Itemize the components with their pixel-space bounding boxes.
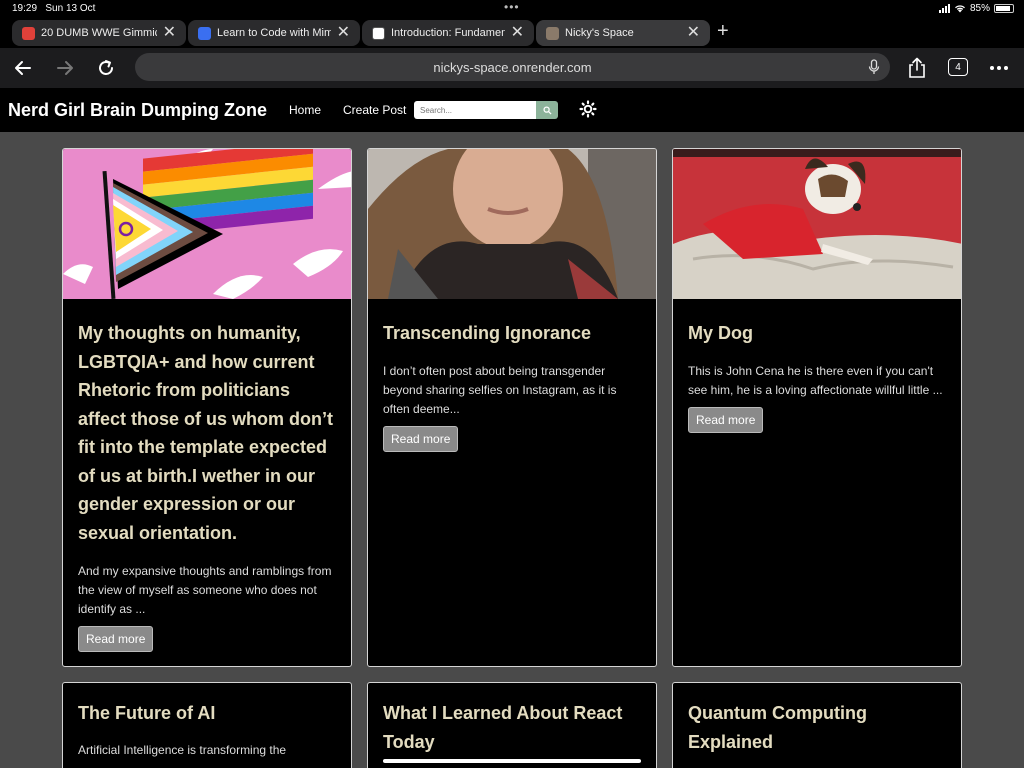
tab-title: Nicky's Space: [565, 27, 634, 39]
post-card[interactable]: The Future of AI Artificial Intelligence…: [62, 682, 352, 768]
search-input[interactable]: [414, 101, 536, 119]
post-excerpt: I don’t often post about being transgend…: [383, 364, 617, 416]
selfie-photo-image: [368, 149, 656, 299]
close-tab-icon[interactable]: ✕: [511, 25, 524, 41]
search-button[interactable]: [536, 101, 558, 119]
post-card[interactable]: Transcending Ignorance I don’t often pos…: [367, 148, 657, 667]
multitasking-dots-icon[interactable]: •••: [504, 0, 520, 14]
tab-mimo[interactable]: Learn to Code with Mimo ✕: [188, 20, 360, 46]
share-icon[interactable]: [903, 54, 931, 82]
new-tab-icon[interactable]: +: [717, 20, 729, 43]
post-title[interactable]: Quantum Computing Explained: [688, 699, 946, 756]
wwe-favicon-icon: [22, 26, 35, 40]
back-icon[interactable]: [9, 54, 37, 82]
mimo-favicon-icon: [198, 26, 211, 40]
forward-icon[interactable]: [51, 54, 79, 82]
nav-home-link[interactable]: Home: [289, 103, 321, 117]
tab-overview-button[interactable]: 4: [948, 58, 968, 76]
read-more-button[interactable]: Read more: [78, 626, 154, 652]
site-navbar: Nerd Girl Brain Dumping Zone Home Create…: [0, 88, 1024, 132]
search-icon: [542, 105, 552, 115]
address-bar[interactable]: nickys-space.onrender.com: [135, 53, 890, 81]
post-card[interactable]: What I Learned About React Today: [367, 682, 657, 768]
more-options-icon[interactable]: [985, 54, 1013, 82]
close-tab-icon[interactable]: ✕: [337, 25, 350, 41]
post-excerpt: And my expansive thoughts and ramblings …: [78, 564, 332, 616]
close-tab-icon[interactable]: ✕: [687, 25, 700, 41]
post-image-placeholder: [383, 759, 641, 763]
nickys-space-favicon-icon: [546, 26, 559, 40]
status-bar: 19:29 Sun 13 Oct ••• 85%: [0, 0, 1024, 18]
nav-create-post-link[interactable]: Create Post: [343, 103, 406, 117]
browser-toolbar: nickys-space.onrender.com 4: [0, 48, 1024, 88]
status-right: 85%: [938, 3, 1014, 14]
tab-nickys-space[interactable]: Nicky's Space ✕: [536, 20, 710, 46]
post-title[interactable]: My Dog: [688, 319, 946, 348]
status-time: 19:29 Sun 13 Oct: [12, 3, 96, 14]
post-card[interactable]: My Dog This is John Cena he is there eve…: [672, 148, 962, 667]
battery-percent: 85%: [969, 3, 990, 14]
post-excerpt: This is John Cena he is there even if yo…: [688, 364, 943, 397]
wifi-icon: [955, 5, 965, 13]
tab-introduction[interactable]: Introduction: Fundamentals ✕: [362, 20, 534, 46]
cellular-signal-icon: [938, 4, 950, 13]
document-favicon-icon: [372, 26, 385, 40]
theme-toggle-sun-icon[interactable]: [579, 100, 597, 123]
tab-strip: 20 DUMB WWE Gimmicks ✕ Learn to Code wit…: [0, 18, 1024, 48]
post-title[interactable]: My thoughts on humanity, LGBTQIA+ and ho…: [78, 319, 336, 547]
read-more-button[interactable]: Read more: [383, 426, 459, 452]
site-brand[interactable]: Nerd Girl Brain Dumping Zone: [8, 100, 267, 121]
battery-icon: [994, 4, 1014, 13]
microphone-icon[interactable]: [868, 59, 880, 78]
post-card[interactable]: Quantum Computing Explained: [672, 682, 962, 768]
post-title[interactable]: The Future of AI: [78, 699, 336, 728]
read-more-button[interactable]: Read more: [688, 407, 764, 433]
url-text: nickys-space.onrender.com: [433, 59, 592, 75]
post-card[interactable]: My thoughts on humanity, LGBTQIA+ and ho…: [62, 148, 352, 667]
tab-title: Introduction: Fundamentals: [391, 27, 505, 39]
close-tab-icon[interactable]: ✕: [163, 25, 176, 41]
reload-icon[interactable]: [92, 54, 120, 82]
tab-wwe-gimmicks[interactable]: 20 DUMB WWE Gimmicks ✕: [12, 20, 186, 46]
post-title[interactable]: Transcending Ignorance: [383, 319, 641, 348]
tab-title: 20 DUMB WWE Gimmicks: [41, 27, 157, 39]
post-title[interactable]: What I Learned About React Today: [383, 699, 641, 756]
dog-photo-image: [673, 149, 961, 299]
tab-title: Learn to Code with Mimo: [217, 27, 331, 39]
post-excerpt: Artificial Intelligence is transforming …: [78, 743, 287, 757]
progress-pride-flag-image: [63, 149, 351, 299]
